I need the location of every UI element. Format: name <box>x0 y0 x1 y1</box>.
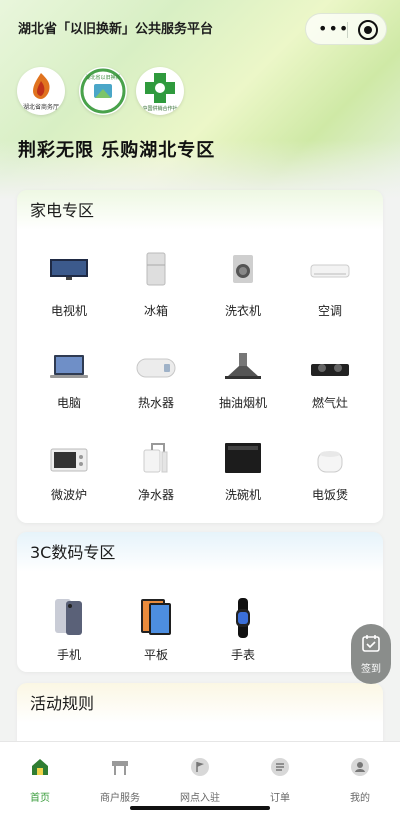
user-icon <box>351 758 369 776</box>
laptop-icon <box>50 355 88 378</box>
logo-caption: 中国供销合作社 <box>142 105 177 112</box>
checkin-calendar-icon <box>362 635 380 652</box>
dishwasher-icon <box>225 443 261 473</box>
home-icon <box>32 759 48 775</box>
trade-in-logo: 湖北省以旧换新 <box>79 67 127 115</box>
section-title: 活动规则 <box>30 694 95 713</box>
section-title: 家电专区 <box>30 201 95 220</box>
digital-section: 3C数码专区 手机 平板 手表 <box>17 532 383 672</box>
phone-icon <box>55 599 82 635</box>
section-title: 3C数码专区 <box>30 543 116 562</box>
page-slogan: 荆彩无限 乐购湖北专区 <box>18 140 216 161</box>
watch-icon <box>236 598 250 638</box>
hubei-commerce-logo: 湖北省商务厅 <box>17 67 65 115</box>
water-purifier-icon <box>143 443 168 473</box>
checkin-label: 签到 <box>361 664 381 675</box>
checkin-button[interactable]: 签到 <box>351 624 391 684</box>
fridge-icon <box>146 252 166 286</box>
window-title: 湖北省「以旧换新」公共服务平台 <box>18 22 214 37</box>
gas-stove-icon <box>311 364 349 376</box>
logo-caption: 湖北省商务厅 <box>23 103 59 111</box>
appliance-section: 家电专区 电视机 冰箱 洗衣机 空调 电脑 热水器 抽油烟机 燃气灶 微波炉 净… <box>17 190 383 523</box>
water-heater-icon <box>136 358 176 378</box>
tv-icon <box>50 259 88 280</box>
ac-icon <box>310 264 350 278</box>
home-indicator <box>130 806 270 810</box>
tablet-icon <box>141 599 171 635</box>
shop-icon <box>112 761 128 775</box>
close-mini-program-icon[interactable] <box>358 20 378 40</box>
microwave-icon <box>50 448 88 472</box>
rice-cooker-icon <box>317 451 343 473</box>
order-icon <box>271 758 289 776</box>
range-hood-icon <box>225 353 261 379</box>
capsule-divider <box>347 22 348 38</box>
washer-icon <box>233 255 253 283</box>
mini-program-capsule[interactable]: ••• <box>305 13 387 45</box>
flag-icon <box>191 758 209 776</box>
supply-marketing-logo: 中国供销合作社 <box>136 67 184 115</box>
logo-caption: 湖北省以旧换新 <box>85 74 120 81</box>
more-menu-icon[interactable]: ••• <box>318 21 348 37</box>
